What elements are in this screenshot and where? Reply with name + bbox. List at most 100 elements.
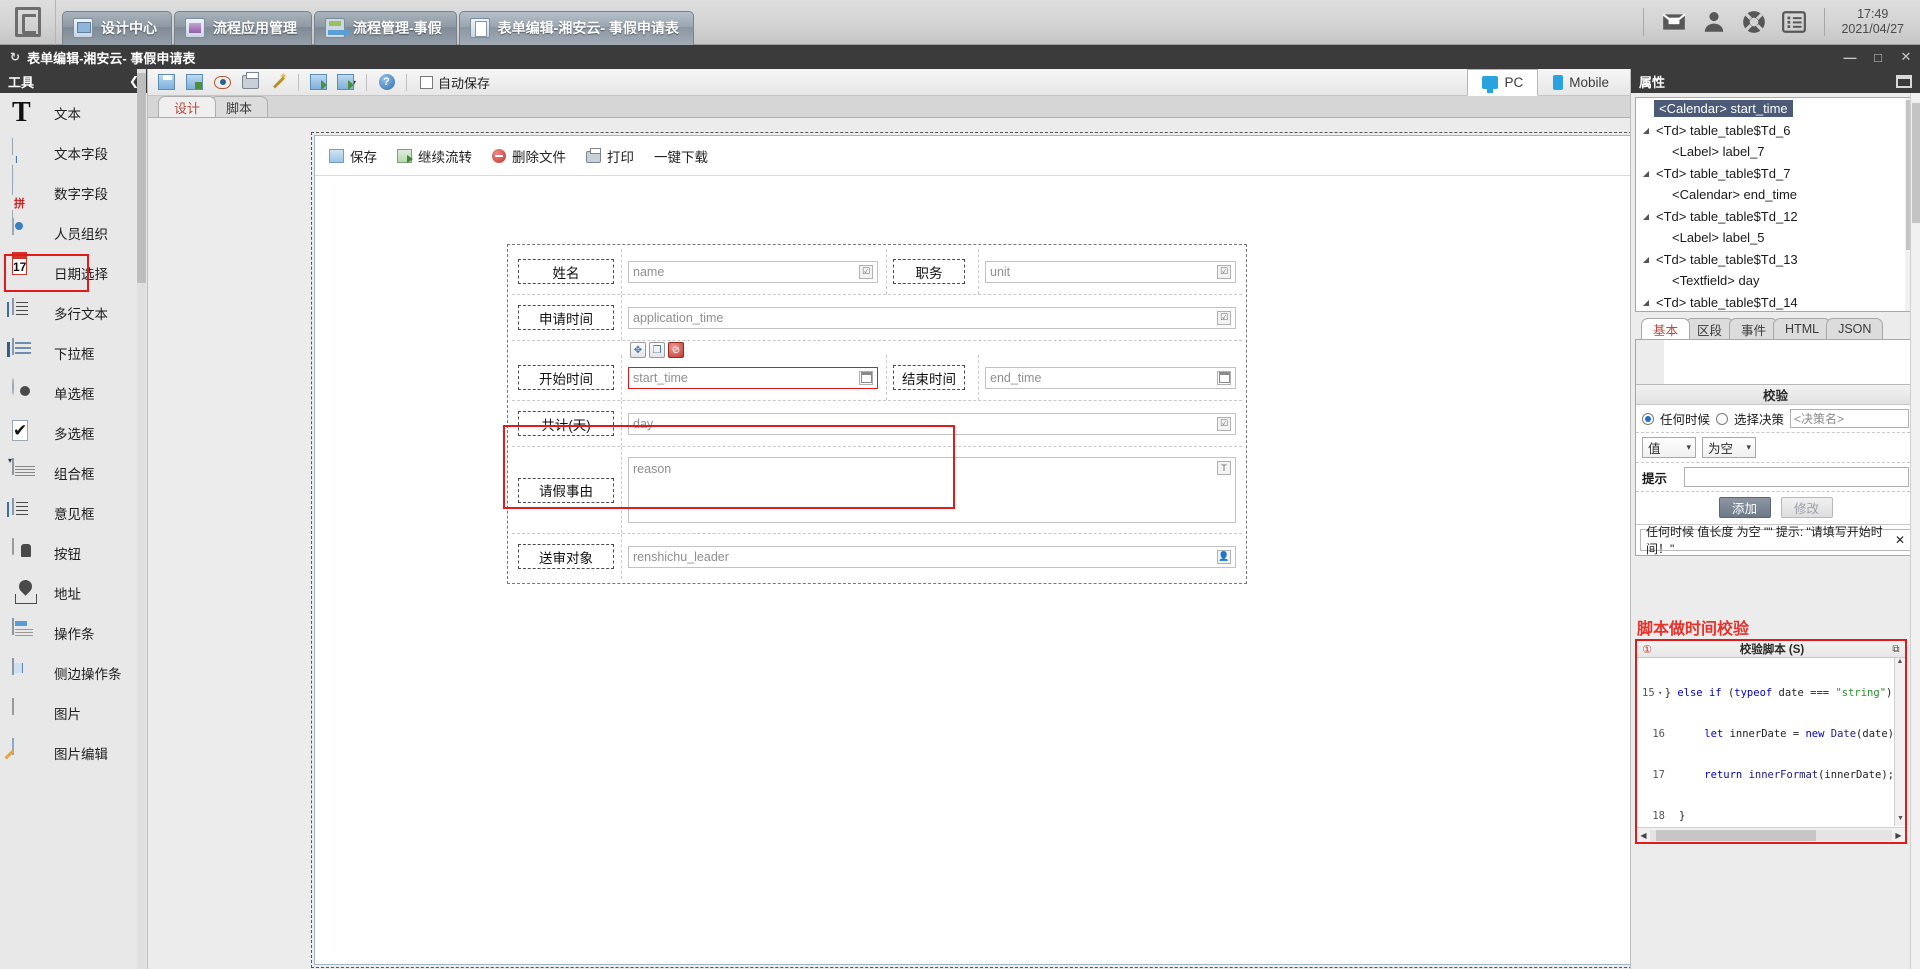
autosave-checkbox[interactable]: 自动保存 — [420, 73, 490, 92]
tool-item-text[interactable]: T 文本 — [0, 93, 147, 133]
radio-any-time[interactable] — [1642, 412, 1654, 425]
scroll-left-icon[interactable]: ◀ — [1637, 831, 1650, 840]
tab-json[interactable]: JSON — [1826, 318, 1884, 339]
toolbar-help-button[interactable]: ? — [374, 71, 399, 93]
tree-expander-icon[interactable]: ◢ — [1638, 126, 1654, 135]
tree-row[interactable]: <Calendar> end_time — [1636, 184, 1915, 206]
os-tab-form-editor[interactable]: 表单编辑-湘安云- 事假申请表 — [458, 10, 694, 45]
code-editor[interactable]: 15 ▾} else if (typeof date === "string") … — [1637, 658, 1905, 823]
tree-row[interactable]: ◢ <Td> table_table$Td_7 — [1636, 163, 1915, 185]
tools-scrollbar[interactable] — [137, 69, 146, 969]
view-pc-button[interactable]: PC — [1467, 68, 1539, 96]
tool-item-checkbox[interactable]: ✔ 多选框 — [0, 413, 147, 453]
scrollbar-thumb[interactable] — [1912, 103, 1920, 223]
hint-input[interactable] — [1684, 467, 1909, 487]
tree-row[interactable]: <Textfield> day — [1636, 270, 1915, 292]
view-mobile-button[interactable]: Mobile — [1538, 69, 1624, 96]
tree-row[interactable]: ◢ <Td> table_table$Td_6 — [1636, 120, 1915, 142]
toolbar-import-button[interactable] — [306, 71, 331, 93]
tree-row[interactable]: ◢ <Td> table_table$Td_12 — [1636, 206, 1915, 228]
toolbar-save-as-button[interactable] — [182, 71, 207, 93]
tree-row[interactable]: <Label> label_7 — [1636, 141, 1915, 163]
tree-row[interactable]: <Calendar> start_time — [1636, 98, 1915, 120]
tree-row[interactable]: ◢ <Td> table_table$Td_14 — [1636, 292, 1915, 312]
input-reviewer[interactable]: renshichu_leader 👤 — [628, 545, 1236, 568]
input-end-time[interactable]: end_time — [985, 366, 1236, 389]
tree-row[interactable]: <Label> label_5 — [1636, 227, 1915, 249]
toolbar-wizard-button[interactable] — [266, 70, 291, 93]
tool-item-image-edit[interactable]: 图片编辑 — [0, 733, 147, 773]
expand-icon[interactable]: ⧉ — [1887, 644, 1905, 655]
tool-item-textfield[interactable]: 文本字段 — [0, 133, 147, 182]
tree-expander-icon[interactable]: ◢ — [1638, 169, 1654, 178]
copy-handle[interactable]: ❐ — [649, 342, 665, 358]
tree-row[interactable]: ◢ <Td> table_table$Td_13 — [1636, 249, 1915, 271]
tab-section[interactable]: 区段 — [1685, 318, 1735, 339]
select-operator[interactable]: 为空 — [1702, 437, 1756, 458]
textarea-reason[interactable]: reason T — [628, 457, 1236, 523]
tree-expander-icon[interactable]: ◢ — [1638, 298, 1654, 307]
tool-item-dropdown[interactable]: 下拉框 — [0, 333, 147, 373]
tool-item-toolbar[interactable]: 操作条 — [0, 613, 147, 653]
input-day[interactable]: day ☑ — [628, 412, 1236, 435]
app-logo[interactable] — [0, 0, 56, 45]
tab-event[interactable]: 事件 — [1729, 318, 1779, 339]
add-button[interactable]: 添加 — [1718, 497, 1771, 518]
tool-item-side-toolbar[interactable]: 侧边操作条 — [0, 653, 147, 693]
tool-item-combobox[interactable]: 组合框 — [0, 453, 147, 493]
modify-button[interactable]: 修改 — [1780, 497, 1833, 518]
scroll-down-icon[interactable]: ▼ — [1895, 815, 1905, 826]
form-download-button[interactable]: 一键下载 — [654, 146, 708, 166]
input-application-time[interactable]: application_time ☑ — [628, 306, 1236, 329]
toolbar-export-button[interactable]: ▾ — [334, 71, 359, 93]
code-horizontal-scrollbar[interactable]: ◀ ▶ — [1637, 827, 1905, 842]
input-unit[interactable]: unit ☑ — [985, 260, 1236, 283]
list-icon[interactable] — [1774, 0, 1814, 45]
tool-item-multiline-text[interactable]: 多行文本 — [0, 293, 147, 333]
restore-icon[interactable] — [1896, 74, 1912, 88]
minimize-button[interactable]: — — [1836, 45, 1864, 69]
form-continue-flow-button[interactable]: 继续流转 — [397, 146, 472, 166]
tool-item-date-picker[interactable]: 17 日期选择 — [0, 252, 147, 293]
radio-decision[interactable] — [1716, 412, 1729, 425]
refresh-icon[interactable]: ↻ — [10, 50, 20, 64]
tab-design[interactable]: 设计 — [158, 96, 216, 117]
validation-rule-item[interactable]: 任何时候 值长度 为空 "" 提示: "请填写开始时间！" ✕ — [1640, 525, 1911, 556]
move-handle[interactable]: ✥ — [630, 342, 646, 358]
close-button[interactable]: ✕ — [1892, 45, 1920, 69]
tab-script[interactable]: 脚本 — [210, 96, 268, 117]
code-vertical-scrollbar[interactable]: ▲ ▼ — [1894, 658, 1905, 826]
close-icon[interactable]: ✕ — [1895, 533, 1905, 547]
tool-item-address[interactable]: 地址 — [0, 573, 147, 613]
tab-html[interactable]: HTML — [1773, 318, 1832, 339]
os-tab-process-app[interactable]: 流程应用管理 — [174, 10, 312, 45]
input-start-time[interactable]: start_time — [628, 366, 878, 389]
os-tab-design-center[interactable]: 设计中心 — [62, 10, 172, 45]
properties-scrollbar[interactable] — [1910, 93, 1920, 969]
tool-item-person-org[interactable]: 人员组织 — [0, 213, 147, 253]
maximize-button[interactable]: □ — [1864, 45, 1892, 69]
delete-handle[interactable]: ⊘ — [668, 342, 684, 358]
toolbar-preview-button[interactable] — [210, 71, 235, 93]
select-value-type[interactable]: 值 — [1642, 437, 1696, 458]
scrollbar-thumb[interactable] — [1656, 829, 1816, 841]
form-print-button[interactable]: 打印 — [586, 146, 634, 166]
tool-item-opinion-box[interactable]: 意见框 — [0, 493, 147, 533]
scroll-right-icon[interactable]: ▶ — [1892, 831, 1905, 840]
os-tab-process-manage[interactable]: 流程管理-事假 — [314, 10, 457, 45]
decision-name-input[interactable]: <决策名> — [1790, 409, 1909, 428]
tree-expander-icon[interactable]: ◢ — [1638, 255, 1654, 264]
tool-item-radio[interactable]: 单选框 — [0, 373, 147, 413]
tree-expander-icon[interactable]: ◢ — [1638, 212, 1654, 221]
tool-item-image[interactable]: 图片 — [0, 693, 147, 733]
tool-item-number-field[interactable]: 数字字段 — [0, 173, 147, 227]
mail-icon[interactable] — [1654, 0, 1694, 45]
form-save-button[interactable]: 保存 — [329, 146, 377, 166]
scroll-up-icon[interactable]: ▲ — [1895, 658, 1905, 669]
input-name[interactable]: name ☑ — [628, 260, 878, 283]
tab-basic[interactable]: 基本 — [1641, 318, 1691, 339]
scrollbar-thumb[interactable] — [137, 73, 146, 283]
toolbar-save-button[interactable] — [154, 71, 179, 93]
scrollbar-track[interactable] — [1650, 829, 1892, 841]
form-delete-file-button[interactable]: 删除文件 — [492, 146, 566, 166]
